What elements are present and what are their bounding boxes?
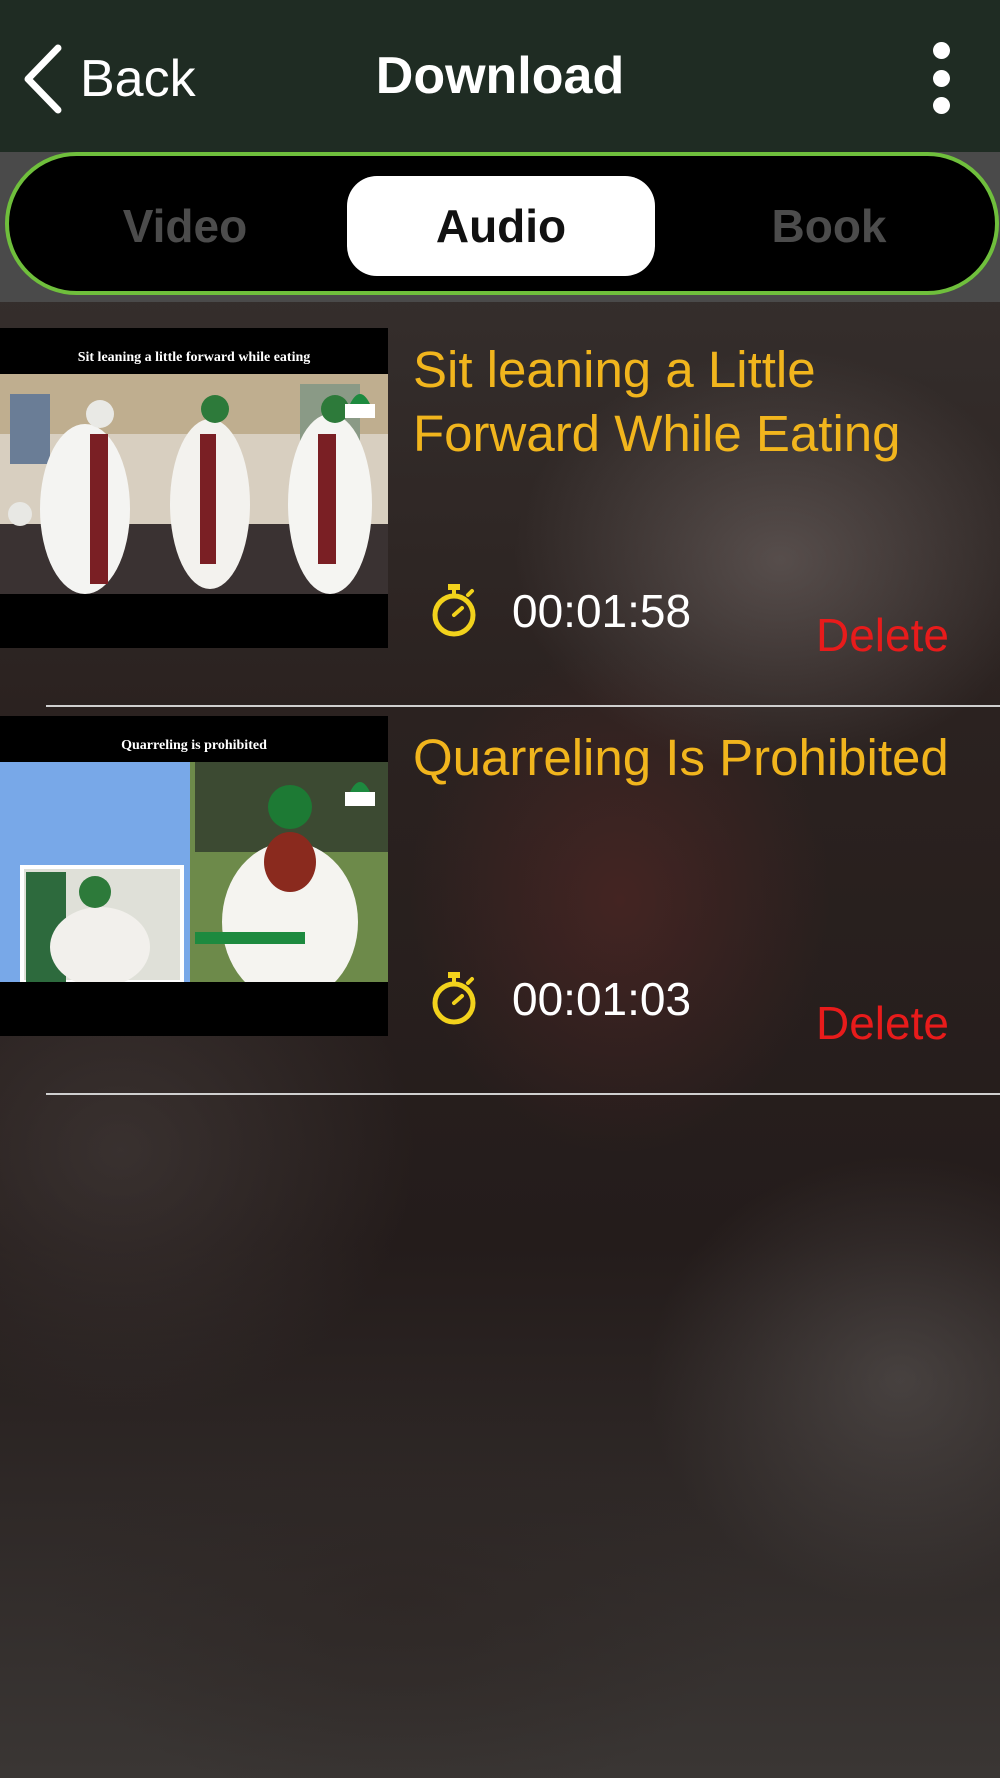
stopwatch-icon	[432, 972, 476, 1025]
duration-text: 00:01:03	[512, 973, 692, 1025]
duration-text: 00:01:58	[512, 585, 692, 637]
duration: 00:01:58	[430, 583, 691, 639]
navigation-bar: Back Download	[0, 0, 1000, 152]
item-title: Quarreling Is Prohibited	[413, 729, 949, 786]
more-vertical-icon[interactable]	[925, 42, 957, 114]
video-thumbnail: Quarreling is prohibited	[0, 716, 388, 1036]
divider	[46, 705, 1000, 707]
page-title: Download	[375, 47, 625, 105]
item-title: Sit leaning a Little Forward While Eatin…	[413, 341, 901, 462]
duration: 00:01:03	[430, 971, 691, 1027]
video-thumbnail: Sit leaning a little forward while eatin…	[0, 328, 388, 648]
media-type-segmented-control: Video Audio Book	[5, 152, 999, 295]
list-item[interactable]: Sit leaning a little forward while eatin…	[0, 328, 1000, 713]
divider	[46, 1093, 1000, 1095]
thumbnail-image	[0, 762, 388, 982]
stopwatch-icon	[432, 584, 476, 637]
thumbnail-image	[0, 374, 388, 594]
tab-audio[interactable]: Audio	[347, 176, 655, 276]
thumbnail-caption: Sit leaning a little forward while eatin…	[77, 350, 311, 365]
tab-video[interactable]: Video	[31, 176, 339, 276]
thumbnail-caption: Quarreling is prohibited	[121, 738, 267, 753]
delete-button[interactable]: Delete	[816, 608, 949, 662]
tab-book[interactable]: Book	[675, 176, 983, 276]
list-item[interactable]: Quarreling is prohibited Quarreling Is P…	[0, 716, 1000, 1101]
delete-button[interactable]: Delete	[816, 996, 949, 1050]
